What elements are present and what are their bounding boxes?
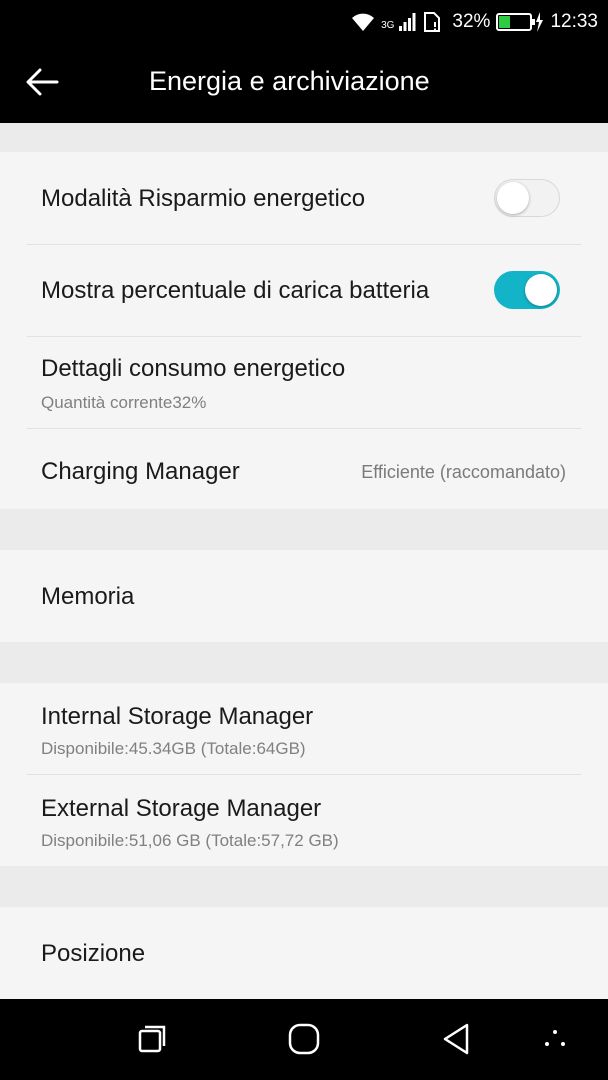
battery-percentage-toggle[interactable] — [494, 271, 560, 309]
power-saving-label: Modalità Risparmio energetico — [41, 185, 366, 212]
external-storage-label: External Storage Manager — [41, 795, 322, 822]
signal-icon — [398, 12, 416, 32]
network-type: 3G — [381, 19, 395, 31]
internal-storage-label: Internal Storage Manager — [41, 703, 314, 730]
battery-percentage-row[interactable]: Mostra percentuale di carica batteria — [0, 245, 608, 336]
nav-menu-button[interactable] — [533, 1019, 577, 1059]
recent-apps-icon — [138, 1025, 166, 1053]
home-button[interactable] — [282, 1019, 326, 1059]
page-title: Energia e archiviazione — [149, 66, 430, 96]
navigation-bar — [0, 999, 608, 1080]
arrow-left-icon — [26, 68, 59, 96]
internal-storage-row[interactable]: Internal Storage Manager Disponibile:45.… — [0, 683, 608, 774]
toggle-knob — [497, 182, 529, 214]
memory-section: Memoria — [0, 550, 608, 642]
storage-section: Internal Storage Manager Disponibile:45.… — [0, 683, 608, 866]
charging-manager-value: Efficiente (raccomandato) — [361, 462, 566, 482]
back-button[interactable] — [22, 62, 62, 102]
nav-back-button[interactable] — [434, 1019, 478, 1059]
home-icon — [288, 1023, 320, 1055]
clock: 12:33 — [550, 11, 598, 32]
battery-percentage-label: Mostra percentuale di carica batteria — [41, 277, 430, 304]
consumption-details-row[interactable]: Dettagli consumo energetico Quantità cor… — [0, 337, 608, 428]
memory-row[interactable]: Memoria — [0, 550, 608, 642]
consumption-details-label: Dettagli consumo energetico — [41, 355, 346, 382]
status-bar: 3G 32% 12:33 — [0, 0, 608, 44]
nav-menu-icon — [545, 1030, 565, 1046]
charging-manager-label: Charging Manager — [41, 458, 240, 485]
location-label: Posizione — [41, 940, 146, 967]
recent-apps-button[interactable] — [130, 1019, 174, 1059]
internal-storage-subtitle: Disponibile:45.34GB (Totale:64GB) — [41, 739, 306, 758]
sim-notification-icon — [422, 11, 442, 33]
external-storage-row[interactable]: External Storage Manager Disponibile:51,… — [0, 775, 608, 866]
location-row[interactable]: Posizione — [0, 907, 608, 999]
wifi-icon — [351, 12, 375, 32]
power-section: Modalità Risparmio energetico Mostra per… — [0, 152, 608, 509]
back-icon — [443, 1023, 469, 1055]
settings-content: Modalità Risparmio energetico Mostra per… — [0, 123, 608, 999]
battery-percent: 32% — [452, 11, 491, 32]
battery-charging-icon — [496, 11, 544, 33]
charging-manager-row[interactable]: Charging Manager Efficiente (raccomandat… — [0, 429, 608, 509]
status-icons: 3G 32% 12:33 — [351, 0, 598, 44]
memory-label: Memoria — [41, 583, 135, 610]
power-saving-row[interactable]: Modalità Risparmio energetico — [0, 152, 608, 244]
consumption-details-subtitle: Quantità corrente32% — [41, 393, 207, 412]
app-bar: Energia e archiviazione — [0, 44, 608, 123]
power-saving-toggle[interactable] — [494, 179, 560, 217]
toggle-knob — [525, 274, 557, 306]
location-section: Posizione — [0, 907, 608, 999]
external-storage-subtitle: Disponibile:51,06 GB (Totale:57,72 GB) — [41, 831, 339, 850]
